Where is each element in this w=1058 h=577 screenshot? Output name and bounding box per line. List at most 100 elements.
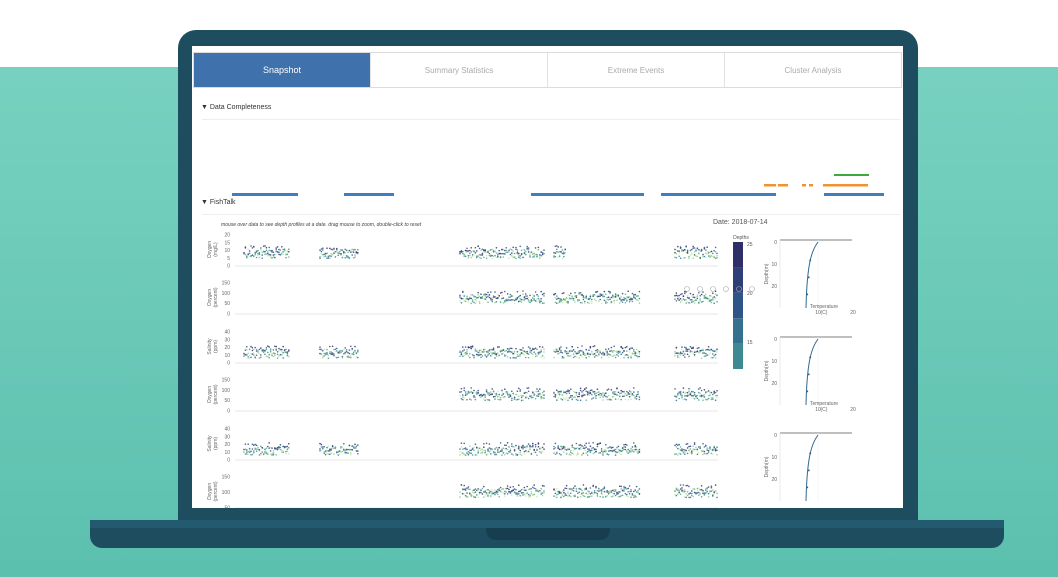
data-point (512, 398, 514, 400)
data-point (357, 356, 359, 359)
tab-cluster-analysis[interactable]: Cluster Analysis (725, 53, 901, 87)
data-point (506, 485, 509, 487)
data-point (702, 450, 704, 452)
fishtalk-header[interactable]: ▼ FishTalk (201, 199, 236, 206)
data-point (494, 301, 496, 304)
data-point (487, 350, 489, 352)
data-point (534, 353, 537, 355)
zoom-icon[interactable] (697, 286, 703, 292)
data-point (536, 454, 538, 456)
data-point (616, 394, 618, 396)
data-point (631, 450, 634, 452)
data-point (605, 300, 607, 303)
data-point (478, 488, 481, 491)
camera-icon[interactable] (684, 286, 690, 292)
data-point (326, 449, 328, 452)
data-point (635, 348, 638, 351)
data-point (471, 250, 474, 252)
data-point (459, 454, 461, 456)
data-completeness-header[interactable]: ▼ Data Completeness (201, 104, 271, 111)
data-point (572, 297, 575, 300)
data-point (596, 493, 599, 495)
data-point (480, 452, 482, 454)
data-point (716, 492, 718, 495)
data-point (540, 396, 542, 398)
data-point (570, 495, 572, 498)
depth-profile-charts[interactable]: Depth(m)0102010 20Temperature(C)Depth(m)0… (762, 238, 892, 508)
data-point (706, 449, 708, 451)
data-point (613, 300, 615, 302)
data-point (357, 450, 359, 452)
data-point (329, 255, 331, 257)
data-point (499, 301, 502, 304)
data-point (591, 352, 593, 354)
data-point (709, 448, 711, 450)
data-point (556, 487, 558, 490)
data-point (689, 350, 692, 352)
row-ylabel-unit: (ppm) (213, 340, 219, 353)
data-point (605, 444, 607, 446)
data-point (616, 493, 618, 496)
tab-summary-statistics[interactable]: Summary Statistics (371, 53, 548, 87)
data-point (520, 249, 523, 252)
data-point (613, 488, 615, 491)
data-point (637, 350, 639, 352)
data-point (491, 248, 494, 251)
data-point (516, 290, 519, 293)
data-point (541, 484, 544, 487)
data-point (568, 397, 571, 399)
data-point (577, 346, 579, 349)
data-point (338, 450, 341, 453)
data-point (525, 251, 527, 253)
data-point (596, 495, 599, 497)
data-point (533, 487, 535, 490)
data-point (516, 355, 519, 358)
data-point (537, 443, 540, 445)
zoom-out-icon[interactable] (723, 286, 729, 292)
data-point (696, 448, 699, 451)
data-point (574, 292, 576, 294)
data-point (631, 298, 634, 300)
tab-extreme-events[interactable]: Extreme Events (548, 53, 725, 87)
data-point (501, 291, 503, 294)
data-point (696, 453, 699, 456)
data-point (260, 454, 262, 456)
data-point (633, 296, 635, 299)
data-point (691, 494, 693, 497)
data-point (483, 496, 485, 498)
y-tick-label: 20 (224, 442, 230, 448)
data-point (478, 351, 481, 354)
data-point (519, 353, 521, 356)
data-point (710, 485, 713, 487)
data-completeness-chart[interactable]: 2009201020112012201320142015201620172018… (192, 116, 903, 206)
data-point (624, 398, 627, 401)
data-point (504, 354, 506, 356)
data-point (285, 254, 287, 256)
data-point (343, 254, 345, 256)
data-point (692, 346, 694, 349)
data-point (477, 255, 480, 257)
data-point (511, 299, 513, 301)
tab-snapshot[interactable]: Snapshot (194, 53, 371, 87)
data-point (264, 251, 266, 253)
data-point (532, 347, 534, 350)
data-point (633, 442, 635, 444)
data-point (631, 352, 634, 354)
data-point (247, 450, 249, 453)
zoom-in-icon[interactable] (710, 286, 716, 292)
data-point (596, 355, 599, 357)
data-point (540, 493, 542, 495)
data-point (347, 251, 349, 254)
data-point (257, 253, 259, 255)
data-point (543, 292, 545, 295)
data-point (603, 392, 606, 395)
data-point (490, 495, 492, 498)
data-point (254, 346, 256, 349)
y-tick-label: 100 (222, 388, 231, 394)
data-point (485, 351, 488, 353)
data-point (345, 256, 348, 258)
data-point (320, 446, 323, 448)
data-point (502, 492, 505, 495)
profile-curve (805, 434, 819, 502)
data-point (607, 296, 610, 298)
